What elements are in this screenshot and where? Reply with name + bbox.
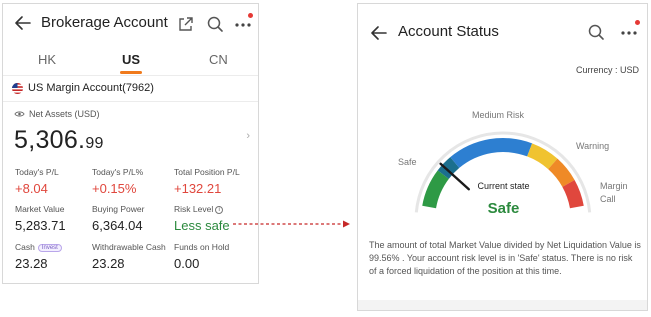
screenshot-canvas: Brokerage Account HK US CN US Margin Acc…	[0, 0, 651, 317]
current-state-value: Safe	[487, 200, 520, 217]
current-state-label: Current state	[477, 181, 530, 191]
arrowhead-icon	[343, 220, 350, 228]
gauge-label-warning: Warning	[576, 141, 610, 151]
gauge-label-medium-risk: Medium Risk	[472, 110, 525, 120]
account-status-screen: Account Status Currency : USD Safe Mediu…	[357, 3, 648, 311]
status-description: The amount of total Market Value divided…	[369, 240, 641, 276]
bottom-bar	[358, 300, 647, 310]
gauge-label-safe: Safe	[398, 157, 417, 167]
